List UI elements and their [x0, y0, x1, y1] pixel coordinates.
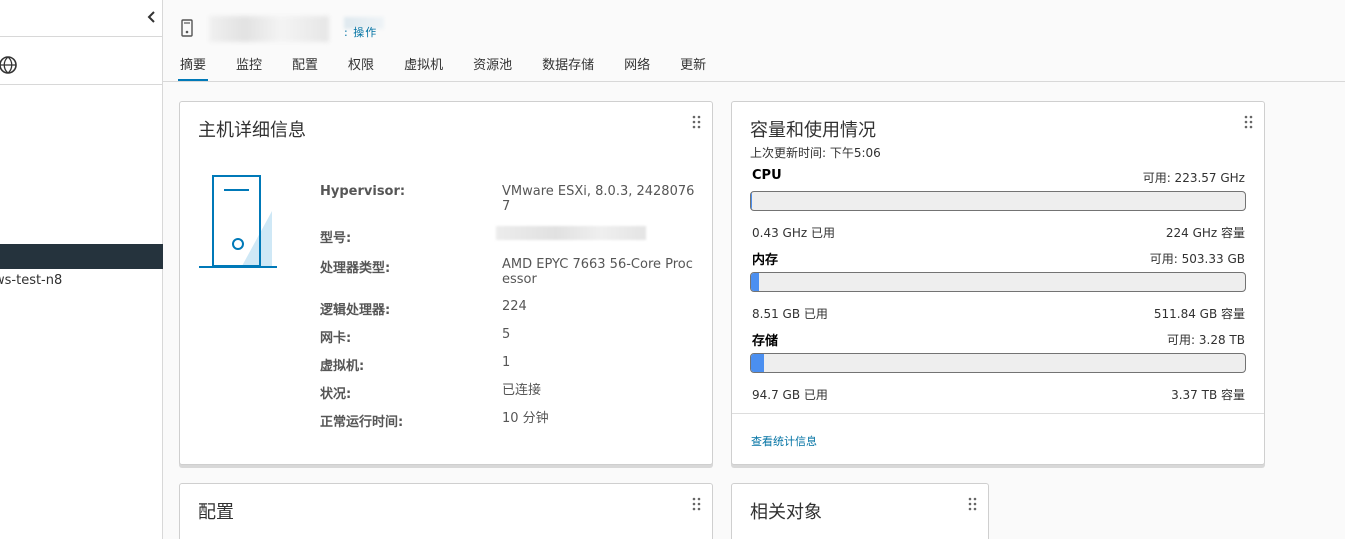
card-divider	[732, 413, 1264, 414]
resource-used-memory: 8.51 GB 已用	[752, 307, 828, 321]
resource-capacity-cpu: 224 GHz 容量	[1165, 226, 1245, 240]
host-details-card: 主机详细信息 Hypervisor: VMware ESXi, 8.0.3, 2…	[179, 101, 713, 465]
actions-menu-button[interactable]: : 操作	[344, 24, 377, 40]
prop-value-state: 已连接	[502, 383, 542, 398]
prop-value-hypervisor: VMware ESXi, 8.0.3, 24280767	[502, 184, 695, 214]
usage-bar-storage	[750, 353, 1246, 373]
card-title: 相关对象	[750, 502, 822, 523]
host-name-redacted	[209, 16, 329, 42]
tree-item-host[interactable]: ws-test-n8	[0, 273, 62, 288]
prop-label-processor: 处理器类型:	[320, 261, 391, 276]
prop-label-state: 状况:	[320, 387, 352, 402]
resource-used-storage: 94.7 GB 已用	[752, 388, 828, 402]
server-illustration-icon	[198, 174, 280, 270]
host-icon	[181, 19, 193, 37]
usage-bar-fill	[751, 192, 753, 210]
prop-value-processor: AMD EPYC 7663 56-Core Processor	[502, 257, 693, 287]
drag-handle-icon[interactable]	[1244, 115, 1254, 129]
globe-icon[interactable]	[0, 55, 20, 75]
drag-handle-icon[interactable]	[968, 497, 978, 511]
navigator-divider	[0, 36, 163, 37]
prop-value-logical-processors: 224	[502, 299, 527, 314]
card-title: 主机详细信息	[198, 120, 306, 141]
usage-bar-cpu	[750, 191, 1246, 211]
prop-label-uptime: 正常运行时间:	[320, 415, 404, 430]
tree-item-selected[interactable]	[0, 244, 163, 269]
prop-label-logical-processors: 逻辑处理器:	[320, 303, 391, 318]
prop-label-nics: 网卡:	[320, 331, 352, 346]
prop-value-model-redacted	[496, 226, 646, 240]
tab-updates[interactable]: 更新	[678, 56, 708, 82]
tab-configure[interactable]: 配置	[290, 56, 320, 82]
tab-bar-divider	[163, 81, 1345, 82]
tab-networks[interactable]: 网络	[622, 56, 652, 82]
navigator-divider	[0, 84, 163, 85]
drag-handle-icon[interactable]	[692, 497, 702, 511]
tab-monitor[interactable]: 监控	[234, 56, 264, 82]
tab-resource-pools[interactable]: 资源池	[471, 56, 514, 82]
resource-used-cpu: 0.43 GHz 已用	[752, 226, 835, 240]
prop-label-vms: 虚拟机:	[320, 359, 365, 374]
usage-bar-fill	[751, 354, 765, 372]
navigator-panel: ws-test-n8	[0, 0, 163, 539]
tab-bar: 摘要 监控 配置 权限 虚拟机 资源池 数据存储 网络 更新	[178, 56, 734, 82]
last-updated-text: 上次更新时间: 下午5:06	[750, 146, 881, 160]
card-title: 容量和使用情况	[750, 120, 876, 141]
view-stats-link[interactable]: 查看统计信息	[751, 433, 817, 449]
chevron-left-icon[interactable]	[146, 9, 162, 27]
prop-value-uptime: 10 分钟	[502, 411, 549, 426]
resource-available-storage: 可用: 3.28 TB	[1167, 333, 1245, 347]
resource-name-memory: 内存	[752, 253, 779, 268]
resource-name-storage: 存储	[752, 334, 779, 349]
usage-bar-memory	[750, 272, 1246, 292]
prop-label-hypervisor: Hypervisor:	[320, 184, 406, 199]
prop-value-vms: 1	[502, 355, 511, 370]
capacity-usage-card: 容量和使用情况 上次更新时间: 下午5:06 CPU 可用: 223.57 GH…	[731, 101, 1265, 465]
tab-vms[interactable]: 虚拟机	[402, 56, 445, 82]
resource-available-cpu: 可用: 223.57 GHz	[1142, 171, 1245, 185]
configuration-card: 配置	[179, 483, 713, 539]
drag-handle-icon[interactable]	[692, 115, 702, 129]
resource-capacity-memory: 511.84 GB 容量	[1153, 307, 1245, 321]
tab-datastores[interactable]: 数据存储	[540, 56, 596, 82]
tab-summary[interactable]: 摘要	[178, 56, 209, 82]
resource-name-cpu: CPU	[752, 168, 782, 183]
prop-label-model: 型号:	[320, 231, 352, 246]
card-title: 配置	[198, 502, 234, 523]
usage-bar-fill	[751, 273, 760, 291]
tab-permissions[interactable]: 权限	[346, 56, 376, 82]
resource-capacity-storage: 3.37 TB 容量	[1171, 388, 1245, 402]
resource-available-memory: 可用: 503.33 GB	[1149, 252, 1245, 266]
related-objects-card: 相关对象	[731, 483, 989, 539]
prop-value-nics: 5	[502, 327, 511, 342]
